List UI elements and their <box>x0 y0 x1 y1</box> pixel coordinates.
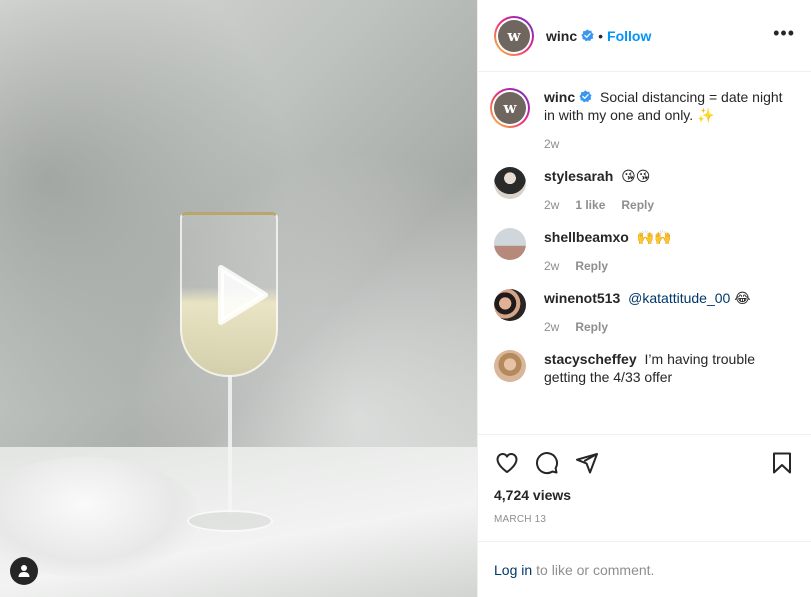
user-tag-icon <box>18 565 30 577</box>
save-button[interactable] <box>769 450 795 476</box>
post-date[interactable]: MARCH 13 <box>494 514 795 525</box>
comment-text: 🙌🙌 <box>636 229 672 245</box>
header-username[interactable]: winc <box>546 28 577 44</box>
comment-content: stylesarah 😘😘 2w 1 like Reply <box>544 167 654 212</box>
comment-time[interactable]: 2w <box>544 259 559 273</box>
comment-avatar[interactable] <box>494 289 526 321</box>
avatar-border: w <box>492 90 528 126</box>
comment-item: winenot513 @katattitude_00 😂 2w Reply <box>494 289 795 334</box>
caption-meta: 2w <box>544 137 795 151</box>
view-count[interactable]: 4,724 views <box>494 487 795 503</box>
caption-username-text: winc <box>544 89 576 105</box>
video-glass-base <box>187 510 273 532</box>
post-side-panel: w winc • Follow ••• w winc Social distan… <box>477 0 811 597</box>
comment-text: 😘😘 <box>621 168 651 184</box>
comment-body: stylesarah 😘😘 <box>544 167 654 185</box>
comment-avatar[interactable] <box>494 228 526 260</box>
tagged-users-button[interactable] <box>10 557 38 585</box>
reply-button[interactable]: Reply <box>575 259 608 273</box>
comment-meta: 2w 1 like Reply <box>544 198 654 212</box>
comment-username[interactable]: stylesarah <box>544 168 613 184</box>
video-glass-stem <box>228 375 232 515</box>
header-avatar[interactable]: w <box>494 15 534 56</box>
post-actions: 4,724 views MARCH 13 <box>478 434 811 525</box>
winc-logo: w <box>494 92 526 124</box>
instagram-post: w winc • Follow ••• w winc Social distan… <box>0 0 811 597</box>
winc-logo: w <box>498 19 530 52</box>
comments-list[interactable]: w winc Social distancing = date night in… <box>478 72 811 434</box>
heart-icon <box>496 453 518 473</box>
caption-avatar[interactable]: w <box>490 88 530 128</box>
login-prompt: Log in to like or comment. <box>478 541 811 597</box>
comment-username[interactable]: winenot513 <box>544 290 620 306</box>
header-separator: • <box>598 27 604 44</box>
comment-item: stacyscheffey I’m having trouble getting… <box>494 350 795 386</box>
share-icon <box>576 453 598 474</box>
more-icon: ••• <box>773 23 795 43</box>
comment-mention[interactable]: @katattitude_00 <box>628 290 730 306</box>
like-button[interactable] <box>494 450 520 476</box>
share-button[interactable] <box>574 450 600 476</box>
comment-content: winenot513 @katattitude_00 😂 2w Reply <box>544 289 751 334</box>
bookmark-icon <box>773 452 791 474</box>
comment-button[interactable] <box>534 450 560 476</box>
caption-username[interactable]: winc <box>544 89 592 105</box>
reply-button[interactable]: Reply <box>621 198 654 212</box>
follow-button[interactable]: Follow <box>607 28 651 44</box>
comment-content: stacyscheffey I’m having trouble getting… <box>544 350 795 386</box>
comment-time[interactable]: 2w <box>544 198 559 212</box>
comment-meta: 2w Reply <box>544 259 672 273</box>
comment-username[interactable]: stacyscheffey <box>544 351 637 367</box>
caption-content: winc Social distancing = date night in w… <box>544 88 795 151</box>
login-link[interactable]: Log in <box>494 562 532 578</box>
verified-icon <box>581 29 594 42</box>
action-icons <box>494 443 795 483</box>
comment-content: shellbeamxo 🙌🙌 2w Reply <box>544 228 672 273</box>
comment-avatar[interactable] <box>494 167 526 199</box>
login-prompt-text: to like or comment. <box>536 561 655 578</box>
caption-body: winc Social distancing = date night in w… <box>544 88 795 124</box>
comment-item: shellbeamxo 🙌🙌 2w Reply <box>494 228 795 273</box>
comment-body: stacyscheffey I’m having trouble getting… <box>544 350 795 386</box>
comment-avatar[interactable] <box>494 350 526 382</box>
caption-time[interactable]: 2w <box>544 137 559 151</box>
comment-username[interactable]: shellbeamxo <box>544 229 629 245</box>
comment-text: 😂 <box>734 290 751 306</box>
reply-button[interactable]: Reply <box>575 320 608 334</box>
comment-body: winenot513 @katattitude_00 😂 <box>544 289 751 307</box>
comment-body: shellbeamxo 🙌🙌 <box>544 228 672 246</box>
comment-time[interactable]: 2w <box>544 320 559 334</box>
play-icon <box>218 265 268 325</box>
comment-meta: 2w Reply <box>544 320 751 334</box>
more-options-button[interactable]: ••• <box>773 23 795 43</box>
verified-icon <box>579 90 592 103</box>
comment-icon <box>536 452 559 475</box>
play-button[interactable] <box>207 262 273 328</box>
caption: w winc Social distancing = date night in… <box>490 88 795 151</box>
post-video[interactable] <box>0 0 477 597</box>
avatar-border: w <box>496 17 532 54</box>
comment-item: stylesarah 😘😘 2w 1 like Reply <box>494 167 795 212</box>
comment-likes[interactable]: 1 like <box>575 198 605 212</box>
post-header: w winc • Follow ••• <box>478 0 811 72</box>
